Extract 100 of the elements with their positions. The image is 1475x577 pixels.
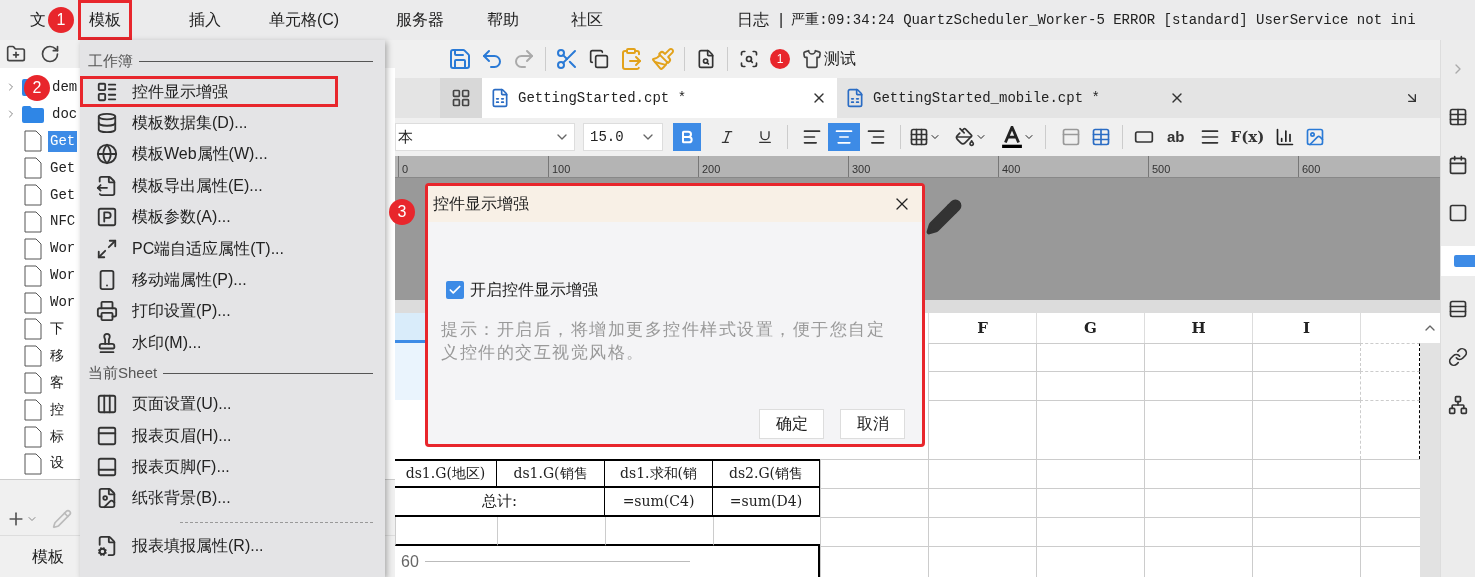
file-icon (24, 426, 42, 448)
stamp-icon (96, 331, 118, 354)
new-folder-icon[interactable] (6, 44, 26, 64)
column-header[interactable]: F (928, 313, 1036, 343)
dialog-button[interactable]: 确定 (759, 409, 824, 439)
menu-option[interactable]: 报表页脚(F)... (80, 451, 385, 483)
menu-item[interactable]: 社区 (560, 0, 614, 40)
tree-item[interactable]: Wor (48, 238, 78, 260)
cell-attribute-icon[interactable] (1448, 107, 1468, 127)
menu-option[interactable]: 纸张背景(B)... (80, 482, 385, 515)
test-button[interactable]: 测试 (824, 47, 856, 71)
shirt-icon[interactable] (802, 49, 822, 69)
menu-option[interactable]: 打印设置(P)... (80, 295, 385, 328)
selected-cell[interactable] (395, 371, 425, 400)
tree-item[interactable]: dem (50, 76, 80, 98)
tree-item[interactable]: 标 (48, 426, 66, 448)
export-icon (96, 174, 118, 197)
checkbox[interactable] (446, 281, 464, 299)
file-icon (24, 184, 42, 206)
tree-item[interactable]: Wor (48, 265, 78, 287)
selected-column-header[interactable] (395, 313, 425, 343)
tree-item[interactable]: 客 (48, 372, 66, 394)
menu-option[interactable]: PC端自适应属性(T)... (80, 232, 385, 265)
table-cell: ds1.求和(销 (605, 459, 713, 488)
tree-item[interactable]: Get (48, 157, 78, 179)
table-icon[interactable] (1091, 127, 1111, 147)
column-header[interactable]: G (1036, 313, 1144, 343)
scrollbar[interactable] (1420, 313, 1440, 577)
menu-option[interactable]: 模板Web属性(W)... (80, 138, 385, 171)
condition-icon[interactable] (1448, 155, 1468, 175)
font-size-field[interactable]: 15.0 (583, 123, 663, 151)
tree-icon[interactable] (1448, 395, 1468, 415)
save-icon[interactable] (448, 47, 472, 71)
tree-item[interactable]: 下 (48, 318, 66, 340)
list-icon[interactable] (1448, 299, 1468, 319)
tree-item[interactable]: 设 (48, 453, 66, 475)
dialog-button[interactable]: 取消 (840, 409, 905, 439)
add-sheet-icon[interactable] (451, 88, 471, 108)
preview-icon[interactable] (696, 49, 716, 69)
menu-option[interactable]: 报表填报属性(R)... (80, 530, 385, 562)
widget-icon[interactable] (1448, 203, 1468, 223)
menu-option[interactable]: 报表页眉(H)... (80, 419, 385, 452)
font-color-icon[interactable] (1001, 126, 1023, 148)
cut-icon[interactable] (555, 47, 579, 71)
log-label[interactable]: 日志 (737, 8, 769, 32)
chart-icon[interactable] (1275, 127, 1296, 147)
ruler-number: 0 (402, 163, 409, 175)
menu-option[interactable]: 控件显示增强 (80, 76, 338, 108)
menu-item[interactable]: 服务器 (382, 0, 458, 40)
bold-button[interactable] (673, 123, 701, 151)
bold-icon (679, 129, 695, 145)
menu-option[interactable]: 模板数据集(D)... (80, 107, 385, 139)
checkbox-label[interactable]: 开启控件显示增强 (470, 278, 598, 302)
tree-item[interactable]: Wor (48, 292, 78, 314)
copy-icon[interactable] (589, 49, 609, 69)
menu-item[interactable]: 模板 (78, 0, 132, 40)
dropdown-widget-icon[interactable] (1440, 246, 1475, 276)
panel-tab[interactable]: 模板 (32, 544, 64, 569)
menu-item[interactable]: 单元格(C) (256, 0, 352, 40)
text-tool[interactable]: ab (1167, 125, 1185, 149)
log-divider: | (779, 10, 784, 30)
menu-option[interactable]: 移动端属性(P)... (80, 264, 385, 296)
menu-option[interactable]: 页面设置(U)... (80, 388, 385, 420)
column-header[interactable]: I (1252, 313, 1360, 343)
table-cell: =sum(C4) (605, 488, 713, 517)
menu-option[interactable]: 水印(M)... (80, 327, 385, 359)
tab-label: GettingStarted_mobile.cpt * (873, 88, 1100, 108)
report-file-icon (490, 88, 510, 108)
border-icon[interactable] (909, 127, 929, 147)
menu-item[interactable]: 插入 (168, 0, 242, 40)
formula-tool[interactable]: F(x) (1230, 125, 1265, 149)
tree-item[interactable]: doc (50, 103, 80, 125)
tree-item[interactable]: 控 (48, 399, 66, 421)
menu-item[interactable]: 帮助 (476, 0, 530, 40)
menu-option[interactable]: 模板导出属性(E)... (80, 170, 385, 202)
ruler-number: 100 (552, 163, 571, 175)
link-icon[interactable] (1448, 347, 1468, 367)
inspect-icon[interactable] (739, 49, 759, 69)
italic-icon (719, 129, 735, 145)
tree-item[interactable]: NFC (48, 211, 78, 233)
fill-color-icon[interactable] (955, 127, 975, 147)
file-tab[interactable]: GettingStarted.cpt * (482, 78, 837, 118)
tree-item[interactable]: Get (48, 184, 78, 206)
font-field[interactable]: 本 (395, 123, 575, 151)
paragraph-icon[interactable] (1199, 127, 1220, 147)
undo-icon[interactable] (480, 47, 504, 71)
file-icon (24, 210, 42, 233)
menu-option[interactable]: 模板参数(A)... (80, 201, 385, 233)
underline-icon (757, 129, 773, 145)
table-cell: ds1.G(销售 (497, 459, 605, 488)
pencil-icon (925, 198, 963, 236)
ruler-number: 500 (1152, 163, 1171, 175)
image-icon[interactable] (1305, 127, 1326, 147)
refresh-icon[interactable] (40, 44, 60, 64)
column-header[interactable]: H (1144, 313, 1252, 343)
selected-cell[interactable] (395, 343, 425, 371)
database-icon (96, 112, 118, 135)
align-right-icon (866, 127, 886, 147)
file-icon (24, 372, 42, 395)
tree-item[interactable]: 移 (48, 345, 66, 367)
